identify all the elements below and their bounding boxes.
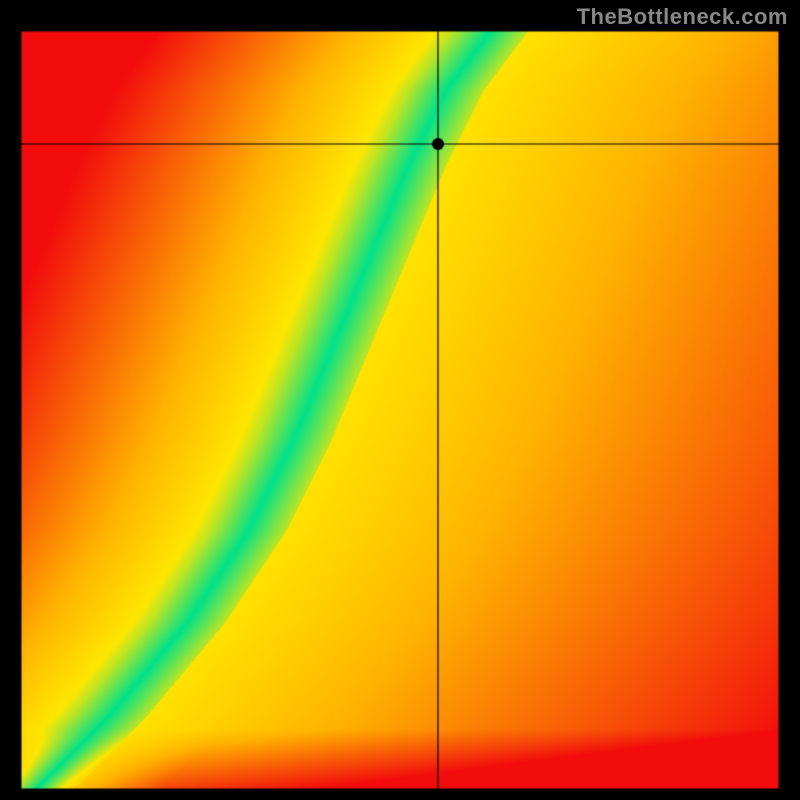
heatmap-plot [20,30,780,790]
watermark-label: TheBottleneck.com [577,4,788,30]
chart-container: TheBottleneck.com [0,0,800,800]
heatmap-canvas [20,30,780,790]
